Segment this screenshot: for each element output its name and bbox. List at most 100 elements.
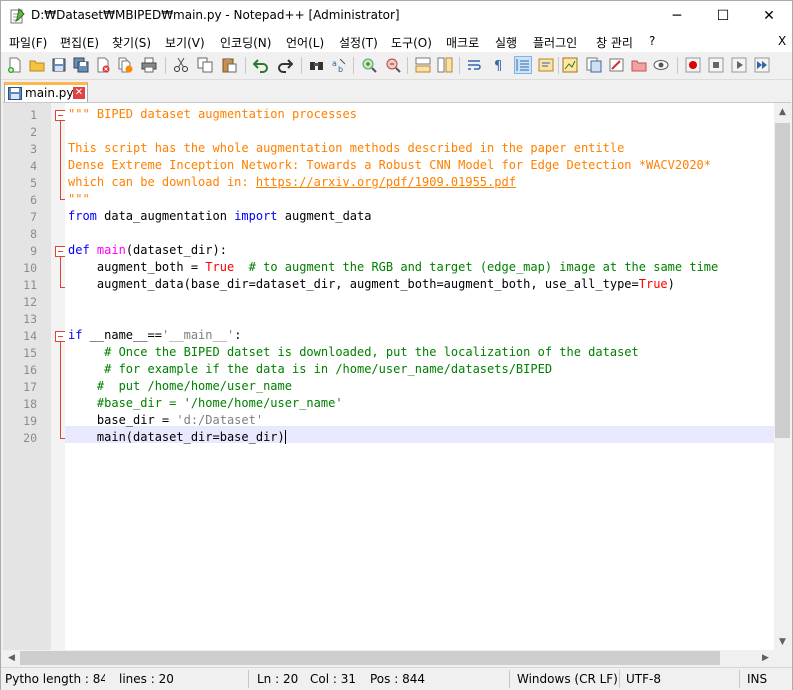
toolbar-separator <box>245 57 246 74</box>
menu-plugins[interactable]: 플러그인 <box>533 34 577 51</box>
line-number: 11 <box>23 278 37 292</box>
udl-icon[interactable] <box>538 57 554 73</box>
line-number: 5 <box>30 176 37 190</box>
play-macro-icon[interactable] <box>731 57 747 73</box>
status-separator <box>739 670 740 688</box>
scroll-right-arrow-icon[interactable]: ▶ <box>757 650 774 666</box>
indent-guide-icon[interactable] <box>514 56 532 74</box>
horizontal-scrollbar[interactable]: ◀ ▶ <box>3 650 774 666</box>
status-eol[interactable]: Windows (CR LF) <box>517 672 618 686</box>
redo-icon[interactable] <box>277 57 293 73</box>
menu-encoding[interactable]: 인코딩(N) <box>220 34 271 51</box>
minimize-button[interactable]: ─ <box>654 1 700 31</box>
menu-run[interactable]: 실행 <box>495 34 517 51</box>
menu-language[interactable]: 언어(L) <box>286 34 324 51</box>
line-number: 10 <box>23 261 37 275</box>
tab-close-icon[interactable]: ✕ <box>73 87 85 99</box>
code-line: from data_augmentation import augment_da… <box>68 209 372 223</box>
svg-text:¶: ¶ <box>494 59 502 73</box>
line-number: 16 <box>23 363 37 377</box>
word-wrap-icon[interactable] <box>467 57 483 73</box>
scroll-left-arrow-icon[interactable]: ◀ <box>3 650 20 666</box>
maximize-button[interactable]: ☐ <box>700 1 746 31</box>
editor[interactable]: 1 2 3 4 5 6 7 8 9 10 11 12 13 14 15 16 1… <box>3 102 791 666</box>
title-bar: D:₩Dataset₩MBIPED₩main.py - Notepad++ [A… <box>1 1 792 31</box>
code-line: This script has the whole augmentation m… <box>68 141 625 155</box>
menu-macro[interactable]: 매크로 <box>446 34 479 51</box>
toolbar-separator <box>353 57 354 74</box>
cut-icon[interactable] <box>173 57 189 73</box>
status-insert-mode[interactable]: INS <box>747 672 767 686</box>
code-area[interactable]: """ BIPED dataset augmentation processes… <box>65 103 774 650</box>
vertical-scroll-thumb[interactable] <box>775 123 790 438</box>
line-number: 12 <box>23 295 37 309</box>
find-icon[interactable] <box>309 57 325 73</box>
close-all-icon[interactable] <box>117 57 133 73</box>
close-window-button[interactable]: ✕ <box>746 1 792 31</box>
paste-icon[interactable] <box>221 57 237 73</box>
menu-settings[interactable]: 설정(T) <box>339 34 378 51</box>
code-line: if __name__=='__main__': <box>68 328 242 342</box>
undo-icon[interactable] <box>253 57 269 73</box>
toolbar-separator <box>677 57 678 74</box>
new-file-icon[interactable] <box>7 57 23 73</box>
code-line: """ <box>68 192 90 206</box>
save-icon[interactable] <box>51 57 67 73</box>
monitoring-icon[interactable] <box>653 57 669 73</box>
doc-list-icon[interactable] <box>631 57 647 73</box>
menu-tools[interactable]: 도구(O) <box>391 34 432 51</box>
menu-file[interactable]: 파일(F) <box>9 34 47 51</box>
line-number: 17 <box>23 380 37 394</box>
menu-edit[interactable]: 편집(E) <box>60 34 99 51</box>
notepad-window: D:₩Dataset₩MBIPED₩main.py - Notepad++ [A… <box>0 0 793 690</box>
doc-map-icon[interactable] <box>562 57 578 73</box>
line-number: 18 <box>23 397 37 411</box>
record-macro-icon[interactable] <box>685 57 701 73</box>
code-line: def main(dataset_dir): <box>68 243 227 257</box>
save-all-icon[interactable] <box>73 57 89 73</box>
menu-search[interactable]: 찾기(S) <box>112 34 151 51</box>
line-number: 15 <box>23 346 37 360</box>
menu-help[interactable]: ? <box>649 34 655 48</box>
toolbar-separator <box>301 57 302 74</box>
close-document-button[interactable]: X <box>778 34 786 48</box>
vertical-scrollbar[interactable]: ▲ ▼ <box>774 103 791 650</box>
scroll-up-arrow-icon[interactable]: ▲ <box>774 103 791 120</box>
close-icon[interactable] <box>95 57 111 73</box>
status-bar: Pytho length : 843 lines : 20 Ln : 20 Co… <box>1 667 792 690</box>
code-line: base_dir = 'd:/Dataset' <box>68 413 264 427</box>
toolbar-separator <box>558 57 559 74</box>
zoom-in-icon[interactable] <box>361 57 377 73</box>
line-number: 19 <box>23 414 37 428</box>
tab-main-py[interactable]: main.py ✕ <box>4 82 88 102</box>
paper-link[interactable]: https://arxiv.org/pdf/1909.01955.pdf <box>256 175 516 189</box>
code-line: #base_dir = '/home/home/user_name' <box>96 396 343 410</box>
run-macro-multiple-icon[interactable] <box>754 57 770 73</box>
show-all-chars-icon[interactable]: ¶ <box>491 57 507 73</box>
replace-icon[interactable]: ab <box>331 57 347 73</box>
menu-window[interactable]: 창 관리 <box>596 34 633 51</box>
horizontal-scroll-thumb[interactable] <box>20 651 720 665</box>
scroll-corner <box>774 650 791 666</box>
sync-h-icon[interactable] <box>437 57 453 73</box>
fold-margin <box>51 103 66 666</box>
status-position: Pos : 844 <box>370 672 425 686</box>
open-file-icon[interactable] <box>29 57 45 73</box>
scroll-down-arrow-icon[interactable]: ▼ <box>774 633 791 650</box>
line-number: 7 <box>30 210 37 224</box>
sync-v-icon[interactable] <box>415 57 431 73</box>
function-list-icon[interactable] <box>586 57 602 73</box>
line-number: 2 <box>30 125 37 139</box>
print-icon[interactable] <box>141 57 157 73</box>
status-doc-info: Pytho length : 843 <box>5 672 105 686</box>
copy-icon[interactable] <box>197 57 213 73</box>
line-number: 6 <box>30 193 37 207</box>
tab-label: main.py <box>25 86 74 100</box>
status-line-number: Ln : 20 <box>257 672 299 686</box>
stop-macro-icon[interactable] <box>708 57 724 73</box>
zoom-out-icon[interactable] <box>385 57 401 73</box>
status-encoding[interactable]: UTF-8 <box>626 672 661 686</box>
line-number: 8 <box>30 227 37 241</box>
menu-view[interactable]: 보기(V) <box>165 34 205 51</box>
folder-workspace-icon[interactable] <box>609 57 625 73</box>
